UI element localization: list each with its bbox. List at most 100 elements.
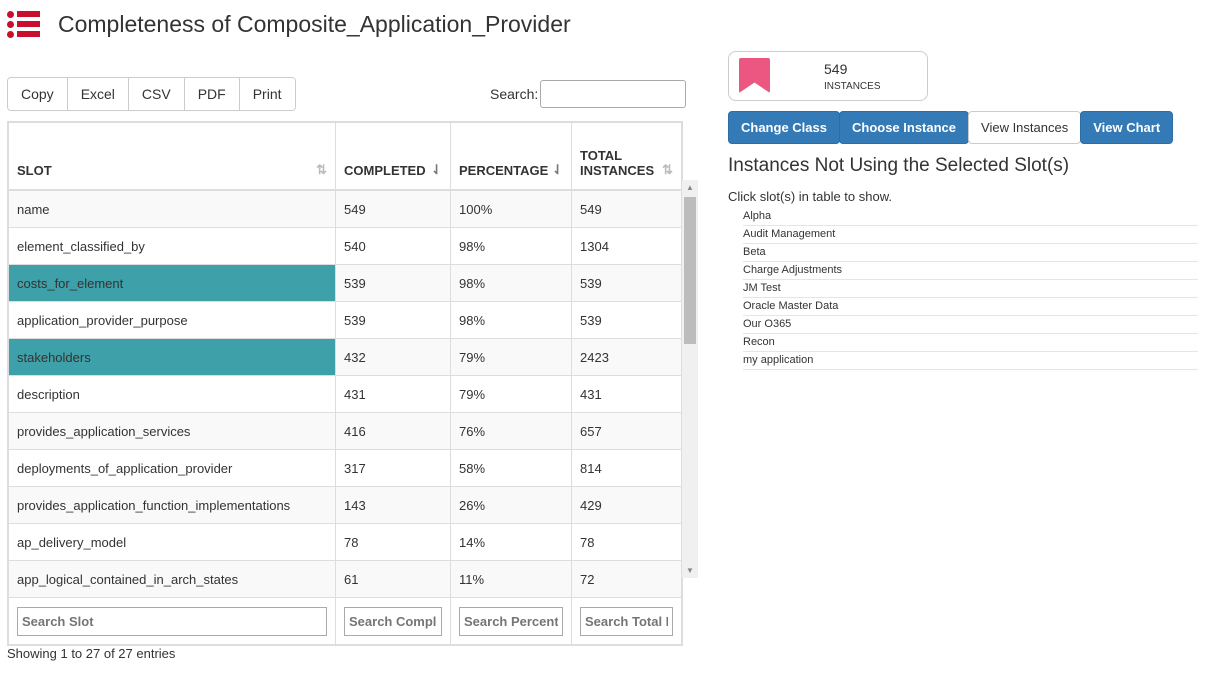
table-row[interactable]: name 549 100% 549	[8, 189, 682, 228]
list-icon	[7, 10, 40, 38]
instance-item[interactable]: Our O365	[743, 316, 1198, 334]
cell-total[interactable]: 1304	[571, 227, 682, 265]
view-chart-button[interactable]: View Chart	[1080, 111, 1174, 144]
cell-percentage[interactable]: 98%	[450, 227, 572, 265]
cell-slot[interactable]: deployments_of_application_provider	[8, 449, 336, 487]
pdf-button[interactable]: PDF	[184, 78, 240, 110]
cell-completed[interactable]: 317	[335, 449, 451, 487]
cell-total[interactable]: 814	[571, 449, 682, 487]
cell-percentage[interactable]: 58%	[450, 449, 572, 487]
cell-slot[interactable]: provides_application_function_implementa…	[8, 486, 336, 524]
cell-total[interactable]: 549	[571, 189, 682, 228]
cell-completed[interactable]: 78	[335, 523, 451, 561]
cell-slot[interactable]: provides_application_services	[8, 412, 336, 450]
search-label: Search:	[490, 86, 539, 102]
cell-percentage[interactable]: 26%	[450, 486, 572, 524]
action-buttons: Change Class Choose Instance View Instan…	[728, 111, 1174, 144]
choose-instance-button[interactable]: Choose Instance	[838, 111, 970, 144]
cell-total[interactable]: 72	[571, 560, 682, 598]
cell-completed[interactable]: 61	[335, 560, 451, 598]
table-row[interactable]: provides_application_services 416 76% 657	[8, 412, 682, 450]
page-title: Completeness of Composite_Application_Pr…	[58, 10, 571, 37]
table-row[interactable]: ap_delivery_model 78 14% 78	[8, 523, 682, 561]
search-completed-input[interactable]	[344, 606, 442, 636]
instance-item[interactable]: my application	[743, 352, 1198, 370]
cell-slot[interactable]: stakeholders	[8, 338, 336, 376]
cell-percentage[interactable]: 76%	[450, 412, 572, 450]
search-slot-input[interactable]	[17, 606, 327, 636]
instance-item[interactable]: Oracle Master Data	[743, 298, 1198, 316]
search-total-input[interactable]	[580, 606, 673, 636]
column-header-total-instances[interactable]: TOTAL INSTANCES ⇅	[571, 122, 682, 191]
cell-slot[interactable]: application_provider_purpose	[8, 301, 336, 339]
scroll-down-icon[interactable]: ▼	[686, 566, 694, 575]
table-row[interactable]: description 431 79% 431	[8, 375, 682, 413]
cell-percentage[interactable]: 14%	[450, 523, 572, 561]
export-buttons: Copy Excel CSV PDF Print	[7, 77, 296, 111]
cell-completed[interactable]: 540	[335, 227, 451, 265]
page-header: Completeness of Composite_Application_Pr…	[7, 10, 571, 38]
column-header-percentage[interactable]: PERCENTAGE ⇃	[450, 122, 572, 191]
cell-slot[interactable]: name	[8, 189, 336, 228]
cell-total[interactable]: 431	[571, 375, 682, 413]
search-input[interactable]	[540, 80, 686, 108]
cell-percentage[interactable]: 11%	[450, 560, 572, 598]
cell-completed[interactable]: 539	[335, 264, 451, 302]
instances-count: 549	[824, 61, 848, 77]
cell-percentage[interactable]: 98%	[450, 264, 572, 302]
instances-list: Alpha Audit Management Beta Charge Adjustme…	[743, 208, 1198, 370]
cell-slot[interactable]: app_logical_contained_in_arch_states	[8, 560, 336, 598]
cell-slot[interactable]: element_classified_by	[8, 227, 336, 265]
cell-total[interactable]: 429	[571, 486, 682, 524]
instances-stat-card: 549 INSTANCES	[728, 51, 928, 101]
change-class-button[interactable]: Change Class	[728, 111, 840, 144]
scrollbar-thumb[interactable]	[684, 197, 696, 344]
cell-completed[interactable]: 143	[335, 486, 451, 524]
instances-label: INSTANCES	[824, 81, 881, 92]
column-header-completed[interactable]: COMPLETED ⇃	[335, 122, 451, 191]
cell-completed[interactable]: 539	[335, 301, 451, 339]
cell-percentage[interactable]: 100%	[450, 189, 572, 228]
table-row[interactable]: app_logical_contained_in_arch_states 61 11…	[8, 560, 682, 598]
print-button[interactable]: Print	[239, 78, 295, 110]
cell-slot[interactable]: description	[8, 375, 336, 413]
cell-percentage[interactable]: 98%	[450, 301, 572, 339]
cell-completed[interactable]: 549	[335, 189, 451, 228]
cell-completed[interactable]: 416	[335, 412, 451, 450]
sort-icon: ⇅	[662, 162, 673, 177]
table-row[interactable]: application_provider_purpose 539 98% 539	[8, 301, 682, 339]
scroll-up-icon[interactable]: ▲	[686, 183, 694, 192]
cell-total[interactable]: 2423	[571, 338, 682, 376]
instance-item[interactable]: Beta	[743, 244, 1198, 262]
instance-item[interactable]: JM Test	[743, 280, 1198, 298]
cell-total[interactable]: 539	[571, 301, 682, 339]
table-row[interactable]: deployments_of_application_provider 317 58…	[8, 449, 682, 487]
table-row[interactable]: costs_for_element 539 98% 539	[8, 264, 682, 302]
sort-icon: ⇅	[316, 162, 327, 177]
bookmark-icon	[739, 58, 770, 93]
table-row[interactable]: provides_application_function_implementa…	[8, 486, 682, 524]
cell-percentage[interactable]: 79%	[450, 375, 572, 413]
table-row[interactable]: stakeholders 432 79% 2423	[8, 338, 682, 376]
cell-slot[interactable]: ap_delivery_model	[8, 523, 336, 561]
search-percentage-input[interactable]	[459, 606, 563, 636]
table-scrollbar[interactable]: ▲ ▼	[682, 180, 698, 578]
instance-item[interactable]: Alpha	[743, 208, 1198, 226]
cell-completed[interactable]: 432	[335, 338, 451, 376]
instance-item[interactable]: Audit Management	[743, 226, 1198, 244]
column-header-slot[interactable]: SLOT ⇅	[8, 122, 336, 191]
cell-total[interactable]: 539	[571, 264, 682, 302]
excel-button[interactable]: Excel	[67, 78, 129, 110]
instance-item[interactable]: Charge Adjustments	[743, 262, 1198, 280]
csv-button[interactable]: CSV	[128, 78, 185, 110]
cell-total[interactable]: 78	[571, 523, 682, 561]
cell-slot[interactable]: costs_for_element	[8, 264, 336, 302]
copy-button[interactable]: Copy	[8, 78, 68, 110]
table-row[interactable]: element_classified_by 540 98% 1304	[8, 227, 682, 265]
cell-total[interactable]: 657	[571, 412, 682, 450]
instance-item[interactable]: Recon	[743, 334, 1198, 352]
view-instances-button[interactable]: View Instances	[968, 111, 1082, 144]
cell-completed[interactable]: 431	[335, 375, 451, 413]
cell-percentage[interactable]: 79%	[450, 338, 572, 376]
instances-panel-title: Instances Not Using the Selected Slot(s)	[728, 155, 1070, 176]
